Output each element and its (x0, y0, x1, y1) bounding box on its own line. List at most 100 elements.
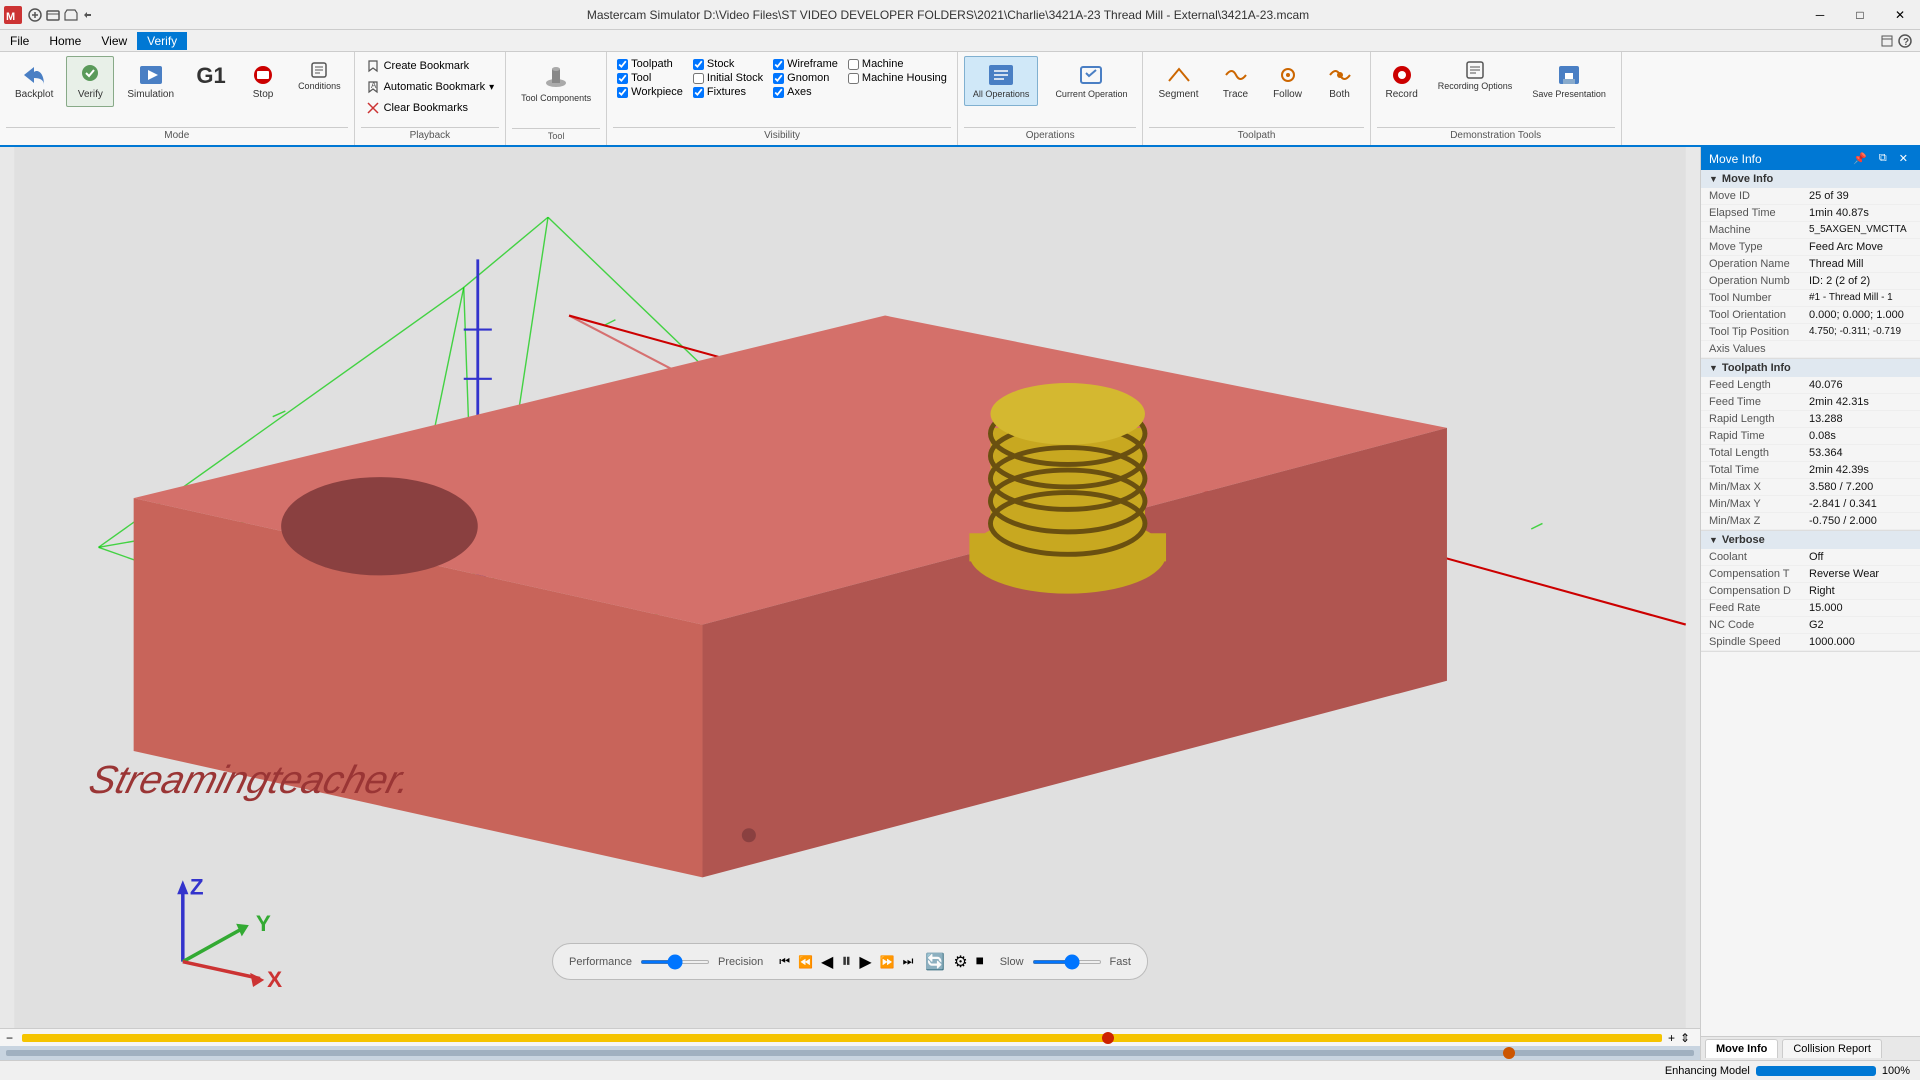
menu-view[interactable]: View (91, 32, 137, 50)
app-icon: M (4, 6, 96, 24)
verbose-section: ▼ Verbose Coolant Off Compensation T Rev… (1701, 531, 1920, 652)
frame-back-btn[interactable]: ⏪ (798, 955, 813, 969)
current-operation-button[interactable]: Current Operation (1046, 56, 1136, 106)
yellow-progress-thumb[interactable] (1102, 1032, 1114, 1044)
row-elapsed-time: Elapsed Time 1min 40.87s (1701, 205, 1920, 222)
all-operations-button[interactable]: All Operations (964, 56, 1039, 106)
status-bar-fill (1756, 1066, 1876, 1076)
step-back-btn[interactable]: ◀ (821, 952, 833, 972)
svg-text:+: + (1668, 1031, 1675, 1045)
speed-slider[interactable] (1032, 960, 1102, 964)
menu-home[interactable]: Home (39, 32, 91, 50)
auto-bookmark-button[interactable]: A Automatic Bookmark ▾ (361, 77, 500, 97)
pause-btn[interactable]: ⏸ (841, 950, 851, 973)
main-area: Streamingteacher. Z Y X Per (0, 147, 1920, 1060)
blue-fill[interactable] (6, 1050, 1694, 1056)
create-bookmark-button[interactable]: Create Bookmark (361, 56, 500, 76)
panel-close-btn[interactable]: ✕ (1895, 151, 1912, 166)
perf-label: Performance (569, 956, 632, 968)
row-move-type: Move Type Feed Arc Move (1701, 239, 1920, 256)
move-info-section: ▼ Move Info Move ID 25 of 39 Elapsed Tim… (1701, 170, 1920, 359)
mode-group-label: Mode (6, 127, 348, 141)
visibility-checkboxes-left: Toolpath Tool Workpiece (613, 56, 687, 100)
backplot-button[interactable]: Backplot (6, 56, 62, 107)
fixtures-checkbox[interactable]: Fixtures (693, 86, 763, 98)
gnomon-checkbox[interactable]: Gnomon (773, 72, 838, 84)
playback-area: Performance Precision ⏮ ⏪ ◀ ⏸ ▶ ⏩ ⏭ 🔄 ⚙ … (552, 943, 1148, 980)
initial-stock-checkbox[interactable]: Initial Stock (693, 72, 763, 84)
toolpath-info-section-label: Toolpath Info (1722, 362, 1791, 374)
ribbon-group-demo: Record Recording Options Save Presentati… (1371, 52, 1622, 145)
status-text: Enhancing Model (1665, 1065, 1750, 1077)
progress-plus-icon[interactable]: + (1666, 1031, 1680, 1045)
toolpath-checkbox[interactable]: Toolpath (617, 58, 683, 70)
panel-pin-btn[interactable]: 📌 (1849, 151, 1871, 166)
3d-viewport-svg: Streamingteacher. Z Y X (0, 147, 1700, 1060)
trace-button[interactable]: Trace (1212, 56, 1260, 107)
tool-conditions-button[interactable]: Conditions (291, 56, 348, 96)
row-feed-length: Feed Length 40.076 (1701, 377, 1920, 394)
follow-button[interactable]: Follow (1264, 56, 1312, 107)
wireframe-checkbox[interactable]: Wireframe (773, 58, 838, 70)
blue-progress-thumb[interactable] (1503, 1047, 1515, 1059)
clear-bookmarks-button[interactable]: Clear Bookmarks (361, 98, 500, 118)
playback-group-label: Playback (361, 127, 500, 141)
progress-arrows-icon[interactable]: ⇕ (1680, 1031, 1696, 1045)
close-button[interactable]: ✕ (1880, 0, 1920, 30)
step-fwd-btn[interactable]: ▶ (859, 952, 871, 972)
axes-checkbox[interactable]: Axes (773, 86, 838, 98)
panel-undock-btn[interactable]: ⧉ (1875, 151, 1891, 166)
skip-end-btn[interactable]: ⏭ (903, 954, 914, 969)
both-button[interactable]: Both (1316, 56, 1364, 107)
verify-button[interactable]: Verify (66, 56, 114, 107)
performance-slider[interactable] (640, 960, 710, 964)
demo-group-label: Demonstration Tools (1377, 127, 1615, 141)
svg-text:M: M (6, 11, 15, 23)
segment-button[interactable]: Segment (1149, 56, 1207, 107)
skip-start-btn[interactable]: ⏮ (779, 954, 790, 969)
machine-checkbox[interactable]: Machine (848, 58, 947, 70)
menu-verify[interactable]: Verify (137, 32, 187, 50)
workpiece-checkbox[interactable]: Workpiece (617, 86, 683, 98)
panel-title: Move Info (1709, 152, 1762, 166)
tool-components-button[interactable]: Tool Components (512, 56, 600, 110)
frame-fwd-btn[interactable]: ⏩ (880, 955, 895, 969)
settings-btn[interactable]: ⚙ (953, 952, 967, 972)
recording-options-button[interactable]: Recording Options (1431, 56, 1520, 96)
g1-button[interactable]: G1 (187, 56, 235, 109)
row-total-time: Total Time 2min 42.39s (1701, 462, 1920, 479)
stock-checkbox[interactable]: Stock (693, 58, 763, 70)
visibility-checkboxes-right: Wireframe Gnomon Axes (769, 56, 842, 100)
record-button[interactable]: Record (1377, 56, 1427, 107)
row-total-length: Total Length 53.364 (1701, 445, 1920, 462)
tool-checkbox[interactable]: Tool (617, 72, 683, 84)
verbose-section-header[interactable]: ▼ Verbose (1701, 531, 1920, 549)
panel-tabs: Move Info Collision Report (1701, 1036, 1920, 1060)
tc-group-label: Tool (512, 128, 600, 141)
window-controls[interactable]: ─ □ ✕ (1800, 0, 1920, 30)
move-info-section-header[interactable]: ▼ Move Info (1701, 170, 1920, 188)
blue-progress-bar[interactable] (0, 1046, 1700, 1060)
progress-minus-icon[interactable]: − (4, 1031, 18, 1045)
ribbon-group-operations: All Operations Current Operation Operati… (958, 52, 1144, 145)
viewport[interactable]: Streamingteacher. Z Y X Per (0, 147, 1700, 1060)
stop-button[interactable]: Stop (239, 56, 287, 107)
tab-collision-report[interactable]: Collision Report (1782, 1039, 1882, 1058)
simulation-button[interactable]: Simulation (118, 56, 183, 107)
save-presentation-button[interactable]: Save Presentation (1523, 56, 1615, 106)
yellow-fill[interactable] (22, 1034, 1662, 1042)
menu-file[interactable]: File (0, 32, 39, 50)
tab-move-info[interactable]: Move Info (1705, 1039, 1778, 1058)
yellow-progress-bar[interactable]: − + ⇕ (0, 1028, 1700, 1046)
minimize-button[interactable]: ─ (1800, 0, 1840, 30)
loop-btn[interactable]: 🔄 (925, 952, 945, 972)
playback-controls-bar: Performance Precision ⏮ ⏪ ◀ ⏸ ▶ ⏩ ⏭ 🔄 ⚙ … (552, 943, 1148, 980)
svg-text:Y: Y (256, 911, 271, 936)
machine-housing-checkbox[interactable]: Machine Housing (848, 72, 947, 84)
maximize-button[interactable]: □ (1840, 0, 1880, 30)
stop-btn[interactable]: ⏹ (976, 953, 984, 971)
panel-header-controls: 📌 ⧉ ✕ (1849, 151, 1912, 166)
slow-label: Slow (1000, 956, 1024, 968)
svg-text:A: A (371, 81, 377, 90)
toolpath-info-section-header[interactable]: ▼ Toolpath Info (1701, 359, 1920, 377)
